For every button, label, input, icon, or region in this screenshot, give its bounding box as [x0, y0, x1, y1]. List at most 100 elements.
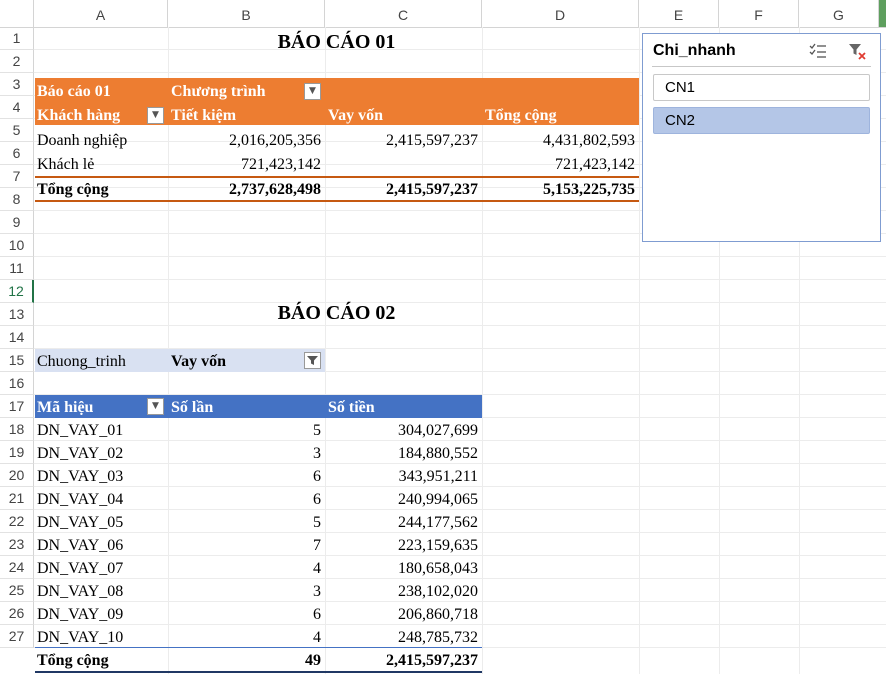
- report1-total-label[interactable]: Tổng cộng: [37, 178, 109, 201]
- report2-so-lan-cell[interactable]: 6: [168, 603, 321, 626]
- report1-total-cell[interactable]: 5,153,225,735: [482, 178, 635, 201]
- report2-so-lan-cell[interactable]: 4: [168, 557, 321, 580]
- report2-so-tien-cell[interactable]: 304,027,699: [325, 419, 478, 442]
- column-header-c[interactable]: C: [325, 0, 482, 27]
- row-header[interactable]: 20: [0, 464, 34, 487]
- report2-so-lan-cell[interactable]: 3: [168, 442, 321, 465]
- report2-so-lan-cell[interactable]: 5: [168, 419, 321, 442]
- report1-cell[interactable]: 2,016,205,356: [168, 129, 321, 152]
- report1-total-cell[interactable]: 2,415,597,237: [325, 178, 478, 201]
- report2-filter-label: Chuong_trinh: [37, 353, 126, 370]
- row-header[interactable]: 17: [0, 395, 34, 418]
- row-header[interactable]: 26: [0, 602, 34, 625]
- report2-total-label[interactable]: Tổng cộng: [37, 649, 109, 672]
- row-header[interactable]: 15: [0, 349, 34, 372]
- report1-header-tong-cong: Tổng cộng: [485, 107, 557, 124]
- slicer-item-cn2[interactable]: CN2: [653, 107, 870, 134]
- report-filter-dropdown[interactable]: [304, 352, 321, 369]
- report2-total-so-lan[interactable]: 49: [168, 649, 321, 672]
- row-header[interactable]: 7: [0, 165, 34, 188]
- gridline: [34, 325, 886, 326]
- report2-header-so-tien: Số tiền: [328, 399, 375, 416]
- column-header-e[interactable]: E: [639, 0, 719, 27]
- row-header[interactable]: 16: [0, 372, 34, 395]
- slicer-item-cn1[interactable]: CN1: [653, 74, 870, 101]
- column-header-b[interactable]: B: [168, 0, 325, 27]
- row-header[interactable]: 3: [0, 73, 34, 96]
- report2-total-so-tien[interactable]: 2,415,597,237: [325, 649, 478, 672]
- report2-so-lan-cell[interactable]: 5: [168, 511, 321, 534]
- row-header[interactable]: 22: [0, 510, 34, 533]
- multi-select-icon[interactable]: [809, 42, 827, 60]
- report1-row-label[interactable]: Khách lẻ: [37, 153, 94, 176]
- select-all-corner[interactable]: [0, 0, 34, 27]
- report2-so-lan-cell[interactable]: 4: [168, 626, 321, 649]
- column-header-bar: A B C D E F G: [0, 0, 886, 28]
- row-header[interactable]: 4: [0, 96, 34, 119]
- report2-so-lan-cell[interactable]: 6: [168, 465, 321, 488]
- report2-so-lan-cell[interactable]: 3: [168, 580, 321, 603]
- report2-row-label[interactable]: DN_VAY_08: [37, 580, 123, 603]
- report2-so-lan-cell[interactable]: 6: [168, 488, 321, 511]
- row-header[interactable]: 25: [0, 579, 34, 602]
- report2-so-tien-cell[interactable]: 343,951,211: [325, 465, 478, 488]
- report2-so-tien-cell[interactable]: 180,658,043: [325, 557, 478, 580]
- report2-row-label[interactable]: DN_VAY_10: [37, 626, 123, 649]
- row-header[interactable]: 2: [0, 50, 34, 73]
- report1-cell[interactable]: 4,431,802,593: [482, 129, 635, 152]
- row-header[interactable]: 5: [0, 119, 34, 142]
- row-header[interactable]: 21: [0, 487, 34, 510]
- report2-so-tien-cell[interactable]: 244,177,562: [325, 511, 478, 534]
- column-header-d[interactable]: D: [482, 0, 639, 27]
- report1-total-cell[interactable]: 2,737,628,498: [168, 178, 321, 201]
- report2-so-tien-cell[interactable]: 184,880,552: [325, 442, 478, 465]
- row-header[interactable]: 6: [0, 142, 34, 165]
- report1-row-label[interactable]: Doanh nghiệp: [37, 129, 127, 152]
- column-header-a[interactable]: A: [34, 0, 168, 27]
- row-header[interactable]: 24: [0, 556, 34, 579]
- report2-so-tien-cell[interactable]: 238,102,020: [325, 580, 478, 603]
- report2-row-label[interactable]: DN_VAY_05: [37, 511, 123, 534]
- column-header-g[interactable]: G: [799, 0, 879, 27]
- slicer-title: Chi_nhanh: [653, 42, 736, 59]
- report1-cell[interactable]: 721,423,142: [482, 153, 635, 176]
- row-header[interactable]: 19: [0, 441, 34, 464]
- row-header[interactable]: 12: [0, 280, 34, 303]
- row-header[interactable]: 8: [0, 188, 34, 211]
- report2-row-label[interactable]: DN_VAY_06: [37, 534, 123, 557]
- row-header[interactable]: 23: [0, 533, 34, 556]
- row-header[interactable]: 1: [0, 27, 34, 50]
- row-header[interactable]: 11: [0, 257, 34, 280]
- report2-header-so-lan: Số lần: [171, 399, 214, 416]
- report1-cell[interactable]: 721,423,142: [168, 153, 321, 176]
- report2-so-lan-cell[interactable]: 7: [168, 534, 321, 557]
- report2-so-tien-cell[interactable]: 240,994,065: [325, 488, 478, 511]
- gridline: [34, 256, 886, 257]
- row-header[interactable]: 9: [0, 211, 34, 234]
- row-header[interactable]: 27: [0, 625, 34, 648]
- clear-filter-icon[interactable]: [848, 42, 866, 60]
- report2-row-label[interactable]: DN_VAY_01: [37, 419, 123, 442]
- slicer-separator: [652, 66, 871, 67]
- row-field-dropdown[interactable]: ▼: [147, 107, 164, 124]
- report2-so-tien-cell[interactable]: 223,159,635: [325, 534, 478, 557]
- report2-so-tien-cell[interactable]: 206,860,718: [325, 603, 478, 626]
- row-header[interactable]: 18: [0, 418, 34, 441]
- column-field-dropdown[interactable]: ▼: [304, 83, 321, 100]
- report2-row-label[interactable]: DN_VAY_09: [37, 603, 123, 626]
- report2-row-label[interactable]: DN_VAY_07: [37, 557, 123, 580]
- report2-row-label[interactable]: DN_VAY_02: [37, 442, 123, 465]
- column-header-f[interactable]: F: [719, 0, 799, 27]
- ma-hieu-dropdown[interactable]: ▼: [147, 398, 164, 415]
- report1-cell[interactable]: 2,415,597,237: [325, 129, 478, 152]
- row-header[interactable]: 13: [0, 303, 34, 326]
- report1-column-field: Chương trình: [171, 83, 266, 100]
- row-header[interactable]: 14: [0, 326, 34, 349]
- report2-so-tien-cell[interactable]: 248,785,732: [325, 626, 478, 649]
- row-header[interactable]: 10: [0, 234, 34, 257]
- slicer-chi-nhanh[interactable]: Chi_nhanh CN1 CN2: [642, 33, 881, 242]
- report1-header-vay-von: Vay vốn: [328, 107, 383, 124]
- report2-row-label[interactable]: DN_VAY_04: [37, 488, 123, 511]
- gridline: [34, 279, 886, 280]
- report2-row-label[interactable]: DN_VAY_03: [37, 465, 123, 488]
